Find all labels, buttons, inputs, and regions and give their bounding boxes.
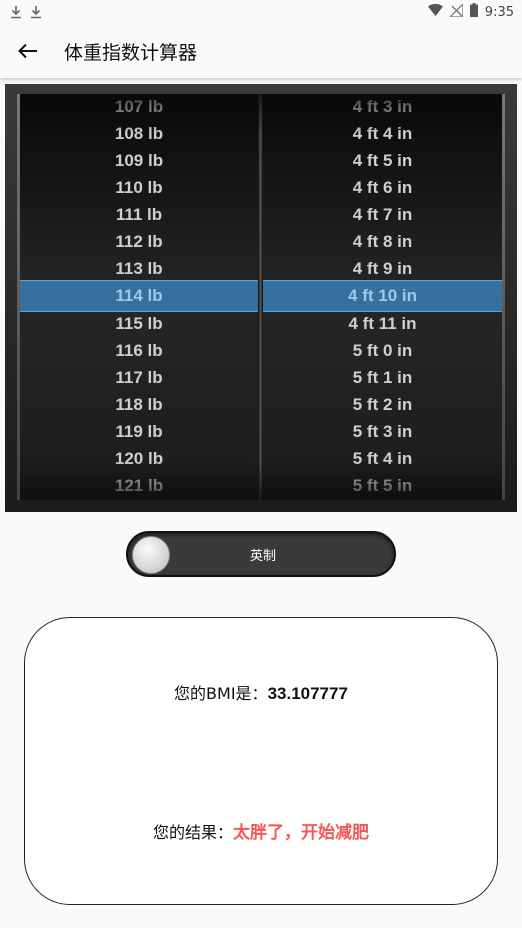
bmi-value: 33.107777 (267, 684, 348, 703)
height-option[interactable]: 4 ft 8 in (263, 228, 502, 255)
weight-option[interactable]: 112 lb (20, 228, 258, 255)
status-bar: 9:35 (0, 0, 522, 24)
height-option[interactable]: 5 ft 0 in (263, 337, 502, 364)
weight-wheel[interactable]: 107 lb 108 lb 109 lb 110 lb 111 lb 112 lb 113 … (20, 94, 258, 500)
height-option[interactable]: 5 ft 3 in (263, 418, 502, 445)
no-signal-icon (448, 2, 464, 21)
toggle-label: 英制 (249, 548, 276, 564)
height-wheel[interactable]: 4 ft 3 in 4 ft 4 in 4 ft 5 in 4 ft 6 in 4 ft… (263, 94, 502, 500)
height-option[interactable]: 4 ft 5 in (263, 147, 502, 174)
height-option[interactable]: 4 ft 10 in (263, 282, 502, 309)
weight-option[interactable]: 115 lb (20, 310, 258, 337)
weight-option[interactable]: 116 lb (20, 337, 258, 364)
unit-toggle[interactable]: 英制 (126, 531, 396, 577)
weight-option[interactable]: 111 lb (20, 201, 258, 228)
result-line: 您的结果：太胖了，开始减肥 (25, 818, 497, 843)
height-option[interactable]: 4 ft 11 in (263, 310, 502, 337)
weight-option[interactable]: 118 lb (20, 391, 258, 418)
height-option[interactable]: 4 ft 3 in (263, 94, 502, 120)
back-button[interactable] (0, 24, 56, 78)
height-option[interactable]: 4 ft 4 in (263, 120, 502, 147)
wifi-icon (427, 3, 443, 20)
height-option[interactable]: 5 ft 5 in (263, 472, 502, 499)
result-card: 您的BMI是：33.107777 您的结果：太胖了，开始减肥 (24, 617, 498, 905)
height-option[interactable]: 5 ft 2 in (263, 391, 502, 418)
page-title: 体重指数计算器 (64, 41, 198, 64)
weight-option[interactable]: 110 lb (20, 174, 258, 201)
status-right: 9:35 (427, 2, 514, 21)
weight-option[interactable]: 108 lb (20, 120, 258, 147)
weight-option[interactable]: 109 lb (20, 147, 258, 174)
wheel-frame-right (502, 94, 505, 500)
height-option[interactable]: 4 ft 9 in (263, 255, 502, 282)
app-bar: 体重指数计算器 (0, 24, 522, 78)
weight-option[interactable]: 107 lb (20, 94, 258, 120)
weight-option[interactable]: 119 lb (20, 418, 258, 445)
weight-option[interactable]: 117 lb (20, 364, 258, 391)
weight-option[interactable]: 121 lb (20, 472, 258, 499)
bmi-line: 您的BMI是：33.107777 (25, 680, 497, 704)
bmi-prefix: 您的BMI是： (174, 684, 268, 703)
status-time: 9:35 (484, 4, 514, 20)
height-option[interactable]: 5 ft 4 in (263, 445, 502, 472)
result-value: 太胖了，开始减肥 (233, 823, 369, 843)
download-icon (30, 5, 42, 19)
weight-option[interactable]: 114 lb (20, 282, 258, 309)
result-prefix: 您的结果： (152, 823, 233, 842)
height-option[interactable]: 4 ft 6 in (263, 174, 502, 201)
battery-icon (469, 3, 478, 21)
arrow-left-icon (18, 43, 37, 59)
weight-option[interactable]: 120 lb (20, 445, 258, 472)
picker-wheels: 107 lb 108 lb 109 lb 110 lb 111 lb 112 lb 113 … (17, 94, 505, 500)
download-icon (10, 5, 22, 19)
weight-option[interactable]: 113 lb (20, 255, 258, 282)
status-left (10, 5, 42, 19)
bmi-picker: 107 lb 108 lb 109 lb 110 lb 111 lb 112 lb 113 … (5, 84, 517, 512)
wheel-frame-left (17, 94, 20, 500)
height-option[interactable]: 5 ft 1 in (263, 364, 502, 391)
height-option[interactable]: 4 ft 7 in (263, 201, 502, 228)
